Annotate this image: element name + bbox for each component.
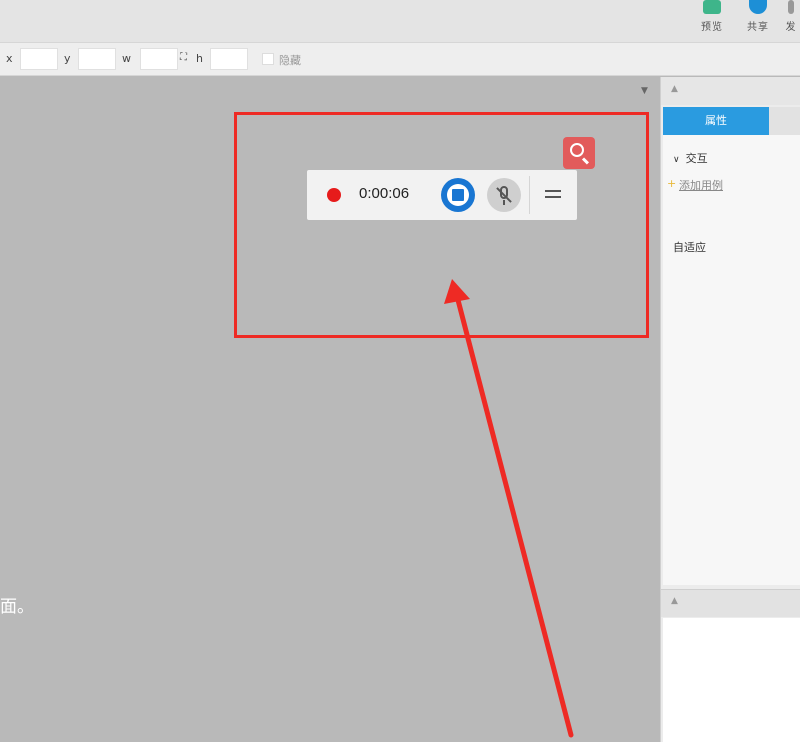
adaptive-label: 自适应 — [673, 241, 706, 254]
inspector-panel: ▲ 属性 ∨ 交互 + 添加用例 自适应 ▲ — [660, 77, 800, 742]
mute-mic-button[interactable] — [487, 178, 521, 212]
expand-icon[interactable]: ▲ — [671, 596, 678, 606]
publish-button[interactable]: 发 — [782, 0, 800, 40]
chevron-down-icon: ∨ — [673, 155, 680, 165]
top-toolbar: 预览 共享 发 — [0, 0, 800, 42]
preview-icon — [703, 0, 721, 14]
stop-button[interactable] — [441, 178, 475, 212]
add-icon: + — [667, 177, 677, 190]
interaction-section-title[interactable]: ∨ 交互 — [673, 150, 708, 166]
preview-label: 预览 — [701, 22, 723, 33]
menu-icon[interactable] — [545, 190, 561, 198]
h-label: h — [196, 52, 203, 65]
y-input[interactable] — [78, 48, 116, 70]
canvas-caption: 面。 — [0, 597, 34, 617]
aspect-lock-icon[interactable]: ⛶ — [180, 52, 187, 63]
hidden-checkbox[interactable] — [262, 53, 274, 65]
tab-other[interactable] — [769, 107, 800, 135]
stop-icon — [452, 189, 464, 201]
panel-separator: ▲ — [661, 589, 800, 617]
preview-button[interactable]: 预览 — [695, 0, 729, 40]
inspector-header: ▲ — [661, 77, 800, 105]
w-label: w — [122, 52, 131, 65]
recording-widget: 0:00:06 — [307, 170, 577, 220]
x-input[interactable] — [20, 48, 58, 70]
publish-label: 发 — [785, 22, 797, 33]
inspector-body: ∨ 交互 + 添加用例 自适应 — [663, 135, 800, 585]
inspector-bottom-panel — [663, 618, 800, 742]
record-indicator-icon — [327, 188, 341, 202]
share-icon — [749, 0, 767, 14]
x-label: x — [6, 52, 13, 65]
add-case-link[interactable]: 添加用例 — [679, 177, 723, 193]
magnifier-icon — [570, 143, 584, 157]
tab-properties[interactable]: 属性 — [663, 107, 769, 135]
hidden-label: 隐藏 — [279, 54, 301, 67]
h-input[interactable] — [210, 48, 248, 70]
collapse-arrow-icon[interactable]: ▼ — [641, 86, 648, 96]
widget-divider — [529, 176, 530, 214]
property-bar: x y w ⛶ h 隐藏 — [0, 42, 800, 76]
y-label: y — [64, 52, 71, 65]
recording-timer: 0:00:06 — [359, 185, 410, 202]
zoom-button[interactable] — [563, 137, 595, 169]
w-input[interactable] — [140, 48, 178, 70]
share-label: 共享 — [747, 22, 769, 33]
share-button[interactable]: 共享 — [741, 0, 775, 40]
publish-icon — [788, 0, 794, 14]
collapse-icon[interactable]: ▲ — [671, 84, 678, 94]
